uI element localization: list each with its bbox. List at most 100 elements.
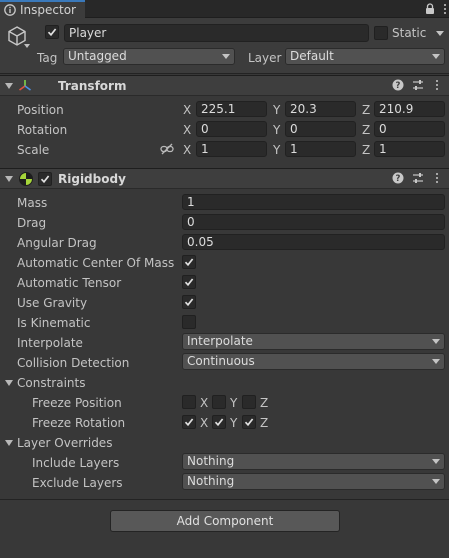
lock-icon[interactable] (425, 3, 435, 15)
layer-overrides-label[interactable]: Layer Overrides (17, 436, 112, 450)
info-icon (4, 4, 16, 16)
auto-tensor-toggle[interactable] (182, 275, 196, 289)
tab-menu-icon[interactable] (443, 4, 447, 14)
preset-sliders-icon[interactable] (412, 79, 424, 94)
check-icon (182, 415, 196, 429)
svg-text:?: ? (396, 81, 401, 91)
exclude-layers-label: Exclude Layers (32, 476, 123, 490)
freeze-position-z-toggle[interactable] (242, 395, 256, 409)
drag-field[interactable]: 0 (182, 214, 445, 230)
auto-center-of-mass-toggle[interactable] (182, 255, 196, 269)
freeze-rotation-z-label: Z (260, 416, 269, 430)
is-kinematic-toggle[interactable] (182, 315, 196, 329)
gameobject-header: Player Static Tag Untagged Layer Default (0, 18, 449, 74)
layer-dropdown[interactable]: Default (285, 48, 445, 65)
icon-dropdown-arrow-icon[interactable] (24, 44, 30, 48)
component-menu-icon[interactable] (435, 173, 439, 183)
axis-x-label[interactable]: X (183, 123, 191, 137)
rotation-z-field[interactable]: 0 (374, 121, 445, 137)
help-icon[interactable]: ? (392, 172, 404, 187)
check-icon (182, 275, 196, 289)
inspector-tab-bar: Inspector (0, 0, 449, 18)
freeze-position-y-toggle[interactable] (212, 395, 226, 409)
layer-value: Default (290, 49, 334, 63)
interpolate-value: Interpolate (187, 334, 253, 348)
transform-title: Transform (58, 79, 127, 93)
axis-y-label[interactable]: Y (273, 123, 280, 137)
angular-drag-label: Angular Drag (17, 236, 97, 250)
constraints-foldout-icon[interactable] (5, 380, 13, 386)
auto-center-of-mass-label: Automatic Center Of Mass (17, 256, 175, 270)
angular-drag-field[interactable]: 0.05 (182, 234, 445, 250)
chevron-down-icon (432, 359, 440, 364)
drag-label: Drag (17, 216, 47, 230)
freeze-rotation-y-toggle[interactable] (212, 415, 226, 429)
axis-y-label[interactable]: Y (273, 103, 280, 117)
rigidbody-sphere-icon (18, 171, 34, 190)
axis-x-label[interactable]: X (183, 143, 191, 157)
scale-z-field[interactable]: 1 (374, 141, 445, 157)
use-gravity-toggle[interactable] (182, 295, 196, 309)
component-menu-icon[interactable] (435, 80, 439, 90)
freeze-position-z-label: Z (260, 396, 269, 410)
inspector-tab-label: Inspector (20, 3, 76, 17)
gameobject-name-field[interactable]: Player (64, 24, 369, 42)
rotation-label: Rotation (17, 123, 68, 137)
position-x-field[interactable]: 225.1 (196, 101, 267, 117)
transform-axes-icon (17, 78, 33, 97)
rotation-x-field[interactable]: 0 (196, 121, 267, 137)
foldout-arrow-icon[interactable] (5, 176, 13, 182)
constrain-proportions-link-icon[interactable] (160, 143, 174, 158)
check-icon (45, 25, 59, 39)
collision-detection-dropdown[interactable]: Continuous (182, 353, 445, 370)
add-component-button[interactable]: Add Component (110, 510, 340, 532)
axis-z-label[interactable]: Z (362, 103, 370, 117)
help-icon[interactable]: ? (392, 79, 404, 94)
foldout-arrow-icon[interactable] (5, 83, 13, 89)
interpolate-dropdown[interactable]: Interpolate (182, 333, 445, 350)
scale-label: Scale (17, 143, 50, 157)
rotation-y-field[interactable]: 0 (285, 121, 356, 137)
include-layers-label: Include Layers (32, 456, 120, 470)
include-layers-dropdown[interactable]: Nothing (182, 453, 445, 470)
interpolate-label: Interpolate (17, 336, 83, 350)
layer-overrides-foldout-icon[interactable] (5, 440, 13, 446)
static-label: Static (392, 26, 427, 40)
static-dropdown-arrow-icon[interactable] (436, 31, 444, 36)
axis-z-label[interactable]: Z (362, 123, 370, 137)
check-icon (212, 415, 226, 429)
transform-header[interactable]: Transform ? (0, 75, 449, 96)
axis-x-label[interactable]: X (183, 103, 191, 117)
freeze-position-y-label: Y (230, 396, 238, 410)
position-z-field[interactable]: 210.9 (374, 101, 445, 117)
chevron-down-icon (222, 54, 230, 59)
position-y-field[interactable]: 20.3 (285, 101, 356, 117)
components-end-divider (0, 499, 449, 500)
layer-label: Layer (248, 51, 282, 65)
check-icon (182, 295, 196, 309)
static-toggle[interactable] (374, 26, 388, 40)
freeze-position-x-toggle[interactable] (182, 395, 196, 409)
freeze-rotation-x-label: X (200, 416, 209, 430)
check-icon (38, 172, 52, 186)
freeze-rotation-x-toggle[interactable] (182, 415, 196, 429)
tag-value: Untagged (68, 49, 127, 63)
tag-dropdown[interactable]: Untagged (63, 48, 235, 65)
svg-text:?: ? (396, 174, 401, 184)
scale-y-field[interactable]: 1 (285, 141, 356, 157)
collision-detection-label: Collision Detection (17, 356, 130, 370)
preset-sliders-icon[interactable] (412, 172, 424, 187)
rigidbody-header[interactable]: Rigidbody ? (0, 168, 449, 189)
axis-y-label[interactable]: Y (273, 143, 280, 157)
scale-x-field[interactable]: 1 (196, 141, 267, 157)
mass-field[interactable]: 1 (182, 194, 445, 210)
axis-z-label[interactable]: Z (362, 143, 370, 157)
exclude-layers-dropdown[interactable]: Nothing (182, 473, 445, 490)
rigidbody-enabled-toggle[interactable] (38, 172, 52, 186)
include-layers-value: Nothing (187, 454, 235, 468)
active-toggle[interactable] (45, 25, 59, 39)
constraints-label[interactable]: Constraints (17, 376, 85, 390)
mass-label: Mass (17, 196, 48, 210)
freeze-rotation-z-toggle[interactable] (242, 415, 256, 429)
inspector-tab[interactable]: Inspector (0, 0, 85, 18)
